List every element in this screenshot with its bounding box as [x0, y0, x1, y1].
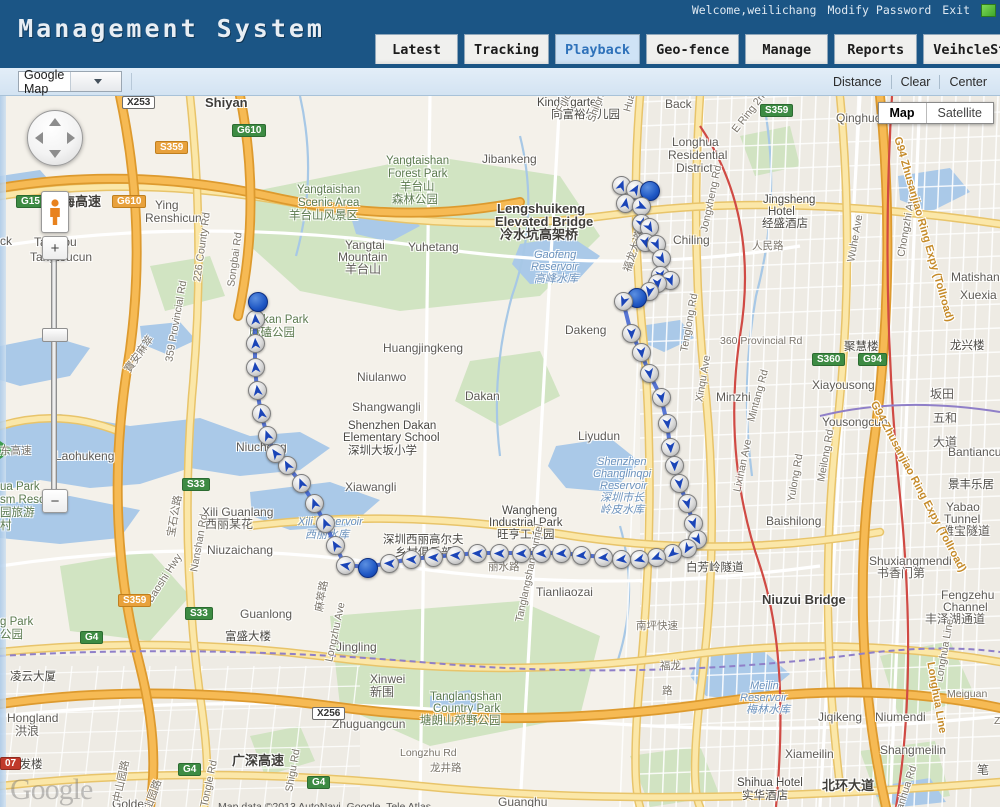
map-viewport[interactable]: Shiyan Jibankeng Back Qinghucun Kindergarten…	[0, 96, 1000, 807]
direction-arrow-marker[interactable]	[305, 494, 324, 513]
nav-item-playback[interactable]: Playback	[555, 34, 641, 64]
exit-link[interactable]: Exit	[942, 3, 970, 17]
direction-arrow-marker[interactable]	[490, 544, 509, 563]
clear-button[interactable]: Clear	[892, 75, 940, 89]
nav-item-vehicle-stat[interactable]: VeihcleStat	[923, 34, 1000, 64]
map-type-control[interactable]: Map Satellite	[877, 102, 994, 124]
direction-arrow-marker[interactable]	[292, 474, 311, 493]
direction-arrow-marker[interactable]	[661, 438, 680, 457]
direction-arrow-marker[interactable]	[622, 324, 641, 343]
zoom-out-button[interactable]: −	[42, 489, 68, 513]
map-provider-value: Google Map	[24, 67, 65, 96]
map-provider-select[interactable]: Google Map	[18, 68, 122, 96]
direction-arrow-marker[interactable]	[640, 364, 659, 383]
toolbar-actions: Distance Clear Center	[824, 68, 996, 96]
direction-arrow-marker[interactable]	[424, 548, 443, 567]
pan-down-icon[interactable]	[49, 150, 61, 158]
zoom-control[interactable]: + −	[42, 236, 68, 516]
direction-arrow-marker[interactable]	[665, 456, 684, 475]
direction-arrow-marker[interactable]	[663, 544, 682, 563]
direction-arrow-marker[interactable]	[552, 544, 571, 563]
nav-item-geo-fence[interactable]: Geo-fence	[646, 34, 740, 64]
nav-item-tracking[interactable]: Tracking	[464, 34, 550, 64]
nav-item-manage[interactable]: Manage	[745, 34, 829, 64]
nav-item-latest[interactable]: Latest	[375, 34, 458, 64]
direction-arrow-marker[interactable]	[632, 343, 651, 362]
pan-left-icon[interactable]	[35, 132, 43, 144]
direction-arrow-marker[interactable]	[652, 388, 671, 407]
chevron-down-icon[interactable]	[69, 72, 121, 91]
toolbar-divider	[131, 73, 132, 90]
zoom-slider-thumb[interactable]	[42, 328, 68, 342]
direction-arrow-marker[interactable]	[258, 426, 277, 445]
direction-arrow-marker[interactable]	[594, 548, 613, 567]
zoom-in-button[interactable]: +	[42, 236, 68, 260]
direction-arrow-marker[interactable]	[512, 544, 531, 563]
direction-arrow-marker[interactable]	[248, 381, 267, 400]
welcome-text: Welcome,weilichang	[691, 3, 817, 17]
direction-arrow-marker[interactable]	[612, 550, 631, 569]
direction-arrow-marker[interactable]	[246, 358, 265, 377]
direction-arrow-marker[interactable]	[246, 310, 265, 329]
direction-arrow-marker[interactable]	[630, 550, 649, 569]
direction-arrow-marker[interactable]	[252, 404, 271, 423]
pan-pad-icon[interactable]	[27, 110, 83, 166]
app-root: c Management System Welcome,weilichang M…	[0, 0, 1000, 807]
direction-arrow-marker[interactable]	[266, 444, 285, 463]
street-view-pegman-icon[interactable]	[41, 191, 69, 233]
direction-arrow-marker[interactable]	[316, 514, 335, 533]
direction-arrow-marker[interactable]	[246, 334, 265, 353]
direction-arrow-marker[interactable]	[468, 544, 487, 563]
track-polyline	[253, 183, 699, 569]
map-type-satellite[interactable]: Satellite	[926, 103, 993, 123]
direction-arrow-marker[interactable]	[402, 550, 421, 569]
map-type-map[interactable]: Map	[878, 103, 927, 123]
modify-password-link[interactable]: Modify Password	[827, 3, 931, 17]
direction-arrow-marker[interactable]	[336, 556, 355, 575]
direction-arrow-marker[interactable]	[380, 554, 399, 573]
direction-arrow-marker[interactable]	[326, 536, 345, 555]
page-title: c Management System	[0, 14, 325, 43]
direction-arrow-marker[interactable]	[446, 546, 465, 565]
pan-up-icon[interactable]	[49, 118, 61, 126]
zoom-slider-track[interactable]	[51, 256, 57, 491]
flag-icon	[981, 3, 996, 17]
stop-point-marker[interactable]	[358, 558, 378, 578]
direction-arrow-marker[interactable]	[572, 546, 591, 565]
direction-arrow-marker[interactable]	[658, 414, 677, 433]
user-bar: Welcome,weilichang Modify Password Exit	[692, 3, 996, 17]
direction-arrow-marker[interactable]	[678, 494, 697, 513]
app-header: c Management System Welcome,weilichang M…	[0, 0, 1000, 68]
direction-arrow-marker[interactable]	[614, 292, 633, 311]
direction-arrow-marker[interactable]	[532, 544, 551, 563]
main-nav: Latest Tracking Playback Geo-fence Manag…	[375, 34, 1000, 64]
direction-arrow-marker[interactable]	[670, 474, 689, 493]
nav-item-reports[interactable]: Reports	[834, 34, 918, 64]
center-button[interactable]: Center	[940, 75, 996, 89]
pan-right-icon[interactable]	[67, 132, 75, 144]
direction-arrow-marker[interactable]	[647, 548, 666, 567]
stop-point-marker[interactable]	[248, 292, 268, 312]
distance-button[interactable]: Distance	[824, 75, 891, 89]
map-toolbar: Google Map Distance Clear Center	[0, 68, 1000, 96]
